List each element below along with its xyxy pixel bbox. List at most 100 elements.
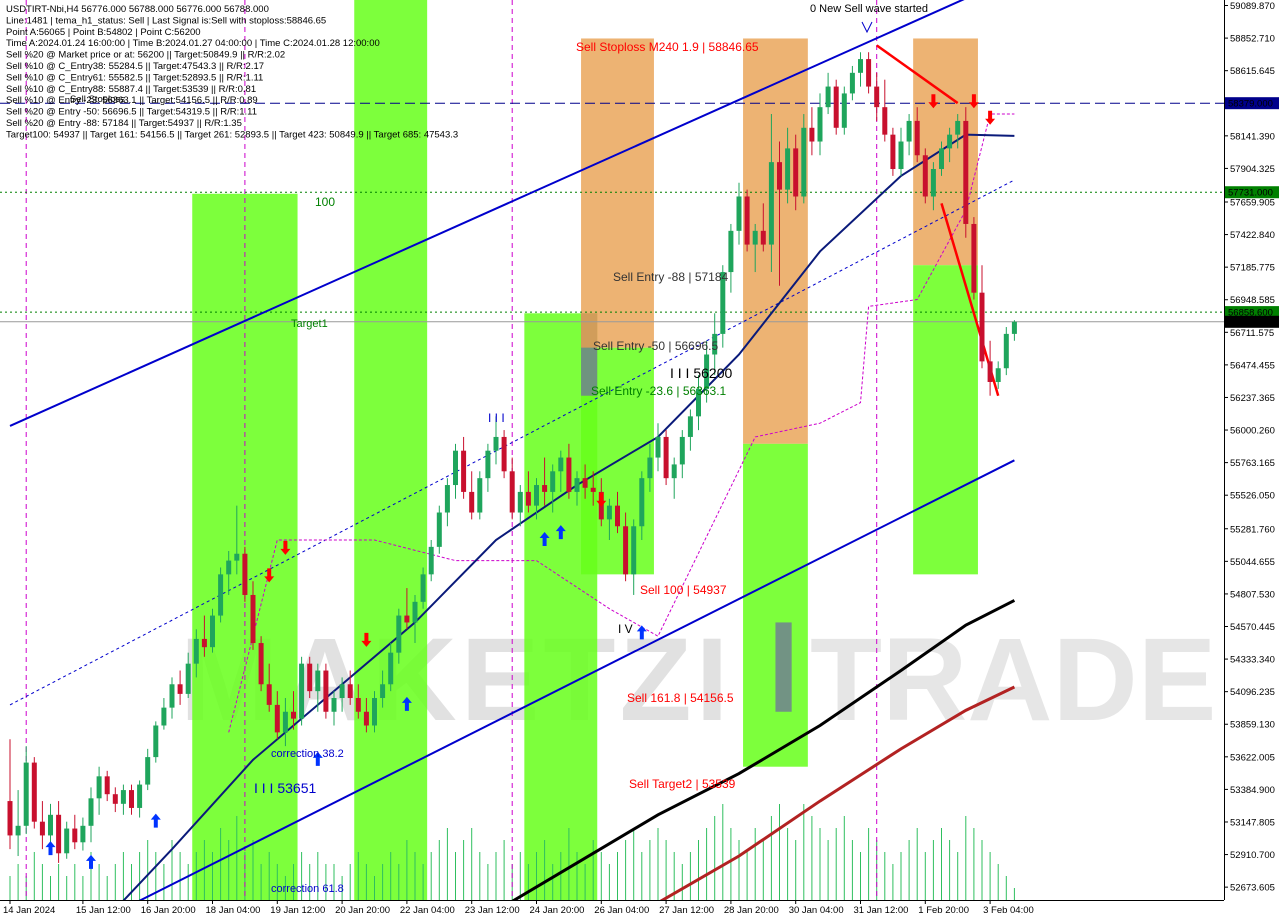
candle-bear bbox=[890, 134, 896, 170]
zone-gray-8 bbox=[775, 622, 792, 712]
y-tick-label: 54333.340 bbox=[1230, 655, 1275, 666]
zone-orange-5 bbox=[581, 38, 654, 348]
candle-bear bbox=[363, 711, 369, 726]
candle-bear bbox=[987, 361, 993, 382]
candle-bull bbox=[1003, 333, 1009, 369]
x-tick-label: 15 Jan 12:00 bbox=[76, 905, 131, 916]
y-tick-label: 54807.530 bbox=[1230, 589, 1275, 600]
y-tick-label: 54570.445 bbox=[1230, 622, 1275, 633]
candle-bull bbox=[898, 141, 904, 170]
candle-bull bbox=[185, 663, 191, 694]
price-tag-label: 56788.000 bbox=[1228, 317, 1273, 328]
candle-bull bbox=[396, 615, 402, 653]
candle-bear bbox=[914, 120, 920, 156]
y-tick-label: 53859.130 bbox=[1230, 720, 1275, 731]
candle-bull bbox=[550, 471, 556, 492]
zone-green-10 bbox=[913, 265, 978, 575]
candle-bull bbox=[218, 574, 224, 616]
annotation-label-100: 100 bbox=[315, 195, 335, 209]
candle-bull bbox=[939, 148, 944, 170]
candle-bull bbox=[193, 638, 199, 664]
candle-bull bbox=[444, 485, 450, 513]
candle-bear bbox=[615, 505, 620, 527]
candle-bear bbox=[744, 196, 750, 245]
candle-bear bbox=[347, 684, 353, 699]
candle-bear bbox=[501, 436, 507, 472]
candle-bull bbox=[282, 711, 288, 733]
info-line-3: Time A:2024.01.24 16:00:00 | Time B:2024… bbox=[6, 38, 380, 49]
y-tick-label: 53384.900 bbox=[1230, 785, 1275, 796]
candle-bear bbox=[469, 491, 475, 513]
candle-bull bbox=[331, 698, 337, 712]
candle-bull bbox=[493, 436, 499, 451]
candle-bull bbox=[1011, 321, 1017, 334]
candle-bear bbox=[623, 526, 629, 575]
annotation-wave-iv: I V bbox=[618, 622, 633, 636]
annotation-sell-161: Sell 161.8 | 54156.5 bbox=[627, 691, 734, 705]
x-tick-label: 27 Jan 12:00 bbox=[659, 905, 714, 916]
price-tag-label: 58379.000 bbox=[1228, 99, 1273, 110]
candle-bull bbox=[372, 698, 377, 726]
info-line-9: Sell %20 @ Entry -50: 56696.5 || Target:… bbox=[6, 107, 257, 118]
info-line-4: Sell %20 @ Market price or at: 56200 || … bbox=[6, 50, 285, 61]
info-line-11: Target100: 54937 || Target 161: 54156.5 … bbox=[6, 129, 458, 140]
candle-bear bbox=[777, 162, 782, 190]
info-line-7: Sell %10 @ C_Entry88: 55887.4 || Target:… bbox=[6, 84, 256, 95]
candle-bear bbox=[266, 684, 272, 705]
candle-bull bbox=[477, 478, 483, 513]
candle-bear bbox=[525, 491, 531, 506]
candle-bull bbox=[679, 436, 685, 465]
candle-bull bbox=[453, 450, 458, 486]
x-tick-label: 19 Jan 12:00 bbox=[270, 905, 325, 916]
annotation-new-sell-wave: 0 New Sell wave started bbox=[810, 3, 928, 15]
candle-bull bbox=[120, 790, 126, 804]
candle-bear bbox=[833, 86, 839, 128]
y-tick-label: 56948.585 bbox=[1230, 295, 1275, 306]
candle-bear bbox=[590, 487, 596, 492]
candle-bull bbox=[339, 684, 345, 699]
candle-bear bbox=[461, 450, 467, 492]
candle-bear bbox=[566, 457, 572, 492]
candle-bull bbox=[436, 512, 442, 547]
y-tick-label: 57185.775 bbox=[1230, 263, 1275, 274]
annotation-sell-entry-50: Sell Entry -50 | 56696.5 bbox=[593, 339, 719, 353]
candle-bull bbox=[574, 478, 580, 492]
x-tick-label: 24 Jan 20:00 bbox=[530, 905, 585, 916]
candle-bull bbox=[639, 478, 645, 527]
candle-bull bbox=[48, 814, 53, 836]
candle-bear bbox=[72, 828, 78, 843]
y-tick-label: 56711.575 bbox=[1230, 328, 1274, 339]
candle-bull bbox=[137, 784, 143, 808]
candle-bull bbox=[234, 553, 240, 561]
candle-bear bbox=[922, 155, 928, 197]
y-tick-label: 55044.655 bbox=[1230, 557, 1275, 568]
y-tick-label: 58852.710 bbox=[1230, 34, 1275, 45]
candle-bull bbox=[947, 134, 953, 149]
candle-bull bbox=[96, 776, 102, 799]
candle-bull bbox=[825, 86, 831, 108]
candle-bull bbox=[768, 162, 774, 245]
info-line-10: Sell %20 @ Entry -88: 57184 || Target:54… bbox=[6, 118, 242, 129]
annotation-point-c: I I I 56200 bbox=[670, 365, 732, 381]
info-overlap-label: Sell Stoploss bbox=[70, 94, 125, 105]
candle-bull bbox=[801, 127, 807, 197]
candle-bull bbox=[647, 457, 653, 479]
candle-bear bbox=[542, 485, 548, 492]
candle-bull bbox=[728, 230, 734, 273]
candle-bear bbox=[963, 120, 969, 224]
candle-bear bbox=[509, 471, 515, 513]
candle-bull bbox=[226, 560, 232, 575]
candle-bull bbox=[558, 457, 564, 472]
candle-bear bbox=[7, 801, 13, 836]
chart-window: MAKETZI TRADE 0 New Sell wave started Sell… bbox=[0, 0, 1280, 920]
chart-canvas[interactable]: MAKETZI TRADE 0 New Sell wave started Sell… bbox=[0, 0, 1280, 920]
candle-bull bbox=[655, 436, 661, 458]
annotation-wave-iii: I I I bbox=[488, 411, 505, 425]
candle-bull bbox=[210, 615, 215, 648]
candle-bull bbox=[671, 464, 677, 479]
annotation-point-a-low: I I I 53651 bbox=[254, 780, 316, 796]
y-tick-label: 57659.905 bbox=[1230, 197, 1275, 208]
candle-bull bbox=[15, 825, 21, 836]
candle-bull bbox=[380, 684, 386, 699]
y-tick-label: 53622.005 bbox=[1230, 752, 1275, 763]
